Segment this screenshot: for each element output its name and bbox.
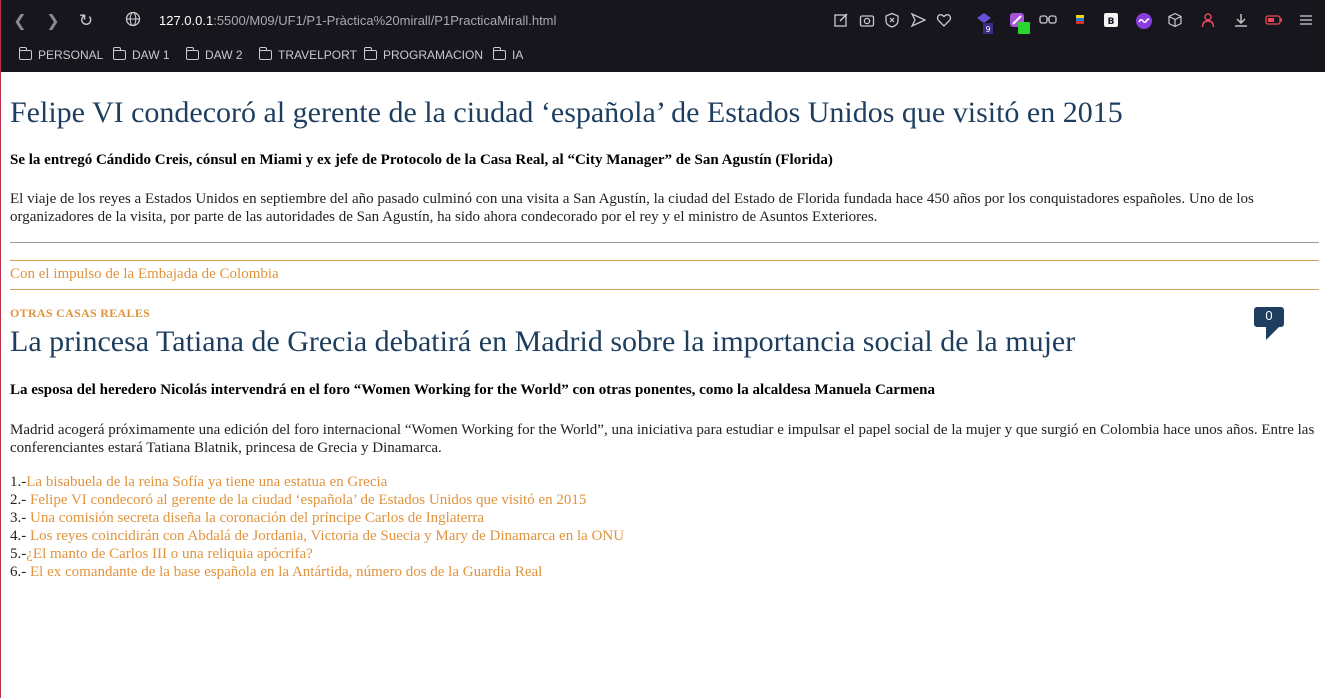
extension-wave-icon[interactable] [1135, 12, 1153, 30]
send-icon[interactable] [910, 12, 928, 30]
divider [10, 242, 1319, 243]
bookmark-label: PROGRAMACION [383, 48, 484, 62]
bookmark-daw1[interactable]: DAW 1 [112, 46, 170, 64]
browser-toolbar: ❮ ❯ ↻ 127.0.0.1:5500/M09/UF1/P1-Pràctica… [1, 0, 1325, 42]
extension-glasses-icon[interactable] [1039, 12, 1057, 30]
bookmark-label: DAW 1 [132, 48, 170, 62]
site-info-icon[interactable] [123, 11, 143, 31]
section-kicker[interactable]: OTRAS CASAS REALES [10, 306, 150, 321]
related-link[interactable]: El ex comandante de la base española en … [30, 564, 542, 580]
folder-icon [363, 47, 377, 60]
folder-icon [258, 47, 272, 60]
url-host: 127.0.0.1 [159, 13, 214, 28]
bookmark-personal[interactable]: PERSONAL [18, 46, 104, 64]
related-link[interactable]: Una comisión secreta diseña la coronació… [30, 510, 484, 526]
divider [10, 260, 1319, 261]
page-content: Felipe VI condecoró al gerente de la ciu… [0, 72, 1325, 698]
article1-subtitle: Se la entregó Cándido Creis, cónsul en M… [10, 152, 833, 168]
divider [10, 289, 1319, 290]
article2-body: Madrid acogerá próximamente una edición … [10, 422, 1315, 456]
related-link[interactable]: La bisabuela de la reina Sofía ya tiene … [26, 474, 387, 490]
extension-b-icon[interactable]: B [1103, 12, 1121, 30]
extension-cube-icon[interactable] [1167, 12, 1185, 30]
impulso-link[interactable]: Con el impulso de la Embajada de Colombi… [10, 266, 279, 283]
extension-purple-icon[interactable]: 9 [976, 12, 994, 34]
bookmark-label: IA [512, 48, 524, 62]
list-item: 5.-¿El manto de Carlos III o una reliqui… [10, 545, 624, 563]
folder-icon [185, 47, 199, 60]
folder-icon [18, 47, 32, 60]
bookmark-label: TRAVELPORT [278, 48, 357, 62]
forward-icon[interactable]: ❯ [43, 11, 63, 31]
extension-badge: 9 [985, 25, 990, 34]
article1-body: El viaje de los reyes a Estados Unidos e… [10, 191, 1254, 225]
edit-icon[interactable] [833, 12, 851, 30]
battery-icon[interactable] [1265, 12, 1283, 30]
bookmark-label: DAW 2 [205, 48, 243, 62]
reload-icon[interactable]: ↻ [76, 11, 96, 31]
list-item: 4.- Los reyes coincidirán con Abdalá de … [10, 527, 624, 545]
bookmarks-bar: PERSONAL DAW 1 DAW 2 TRAVELPORT PROGRAMA… [1, 42, 1325, 68]
bookmark-ia[interactable]: IA [492, 46, 524, 64]
menu-icon[interactable] [1298, 12, 1316, 30]
bookmark-daw2[interactable]: DAW 2 [185, 46, 243, 64]
list-item: 2.- Felipe VI condecoró al gerente de la… [10, 491, 624, 509]
list-item: 1.-La bisabuela de la reina Sofía ya tie… [10, 473, 624, 491]
related-link[interactable]: Los reyes coincidirán con Abdalá de Jord… [30, 528, 624, 544]
bookmark-label: PERSONAL [38, 48, 104, 62]
download-icon[interactable] [1233, 12, 1251, 30]
heart-icon[interactable] [936, 12, 954, 30]
camera-icon[interactable] [859, 12, 877, 30]
list-number: 6.- [10, 564, 30, 580]
extension-pen-icon[interactable] [1009, 12, 1030, 34]
related-link[interactable]: Felipe VI condecoró al gerente de la ciu… [30, 492, 586, 508]
comment-count: 0 [1254, 307, 1284, 327]
comment-count-badge[interactable]: 0 [1254, 307, 1284, 343]
article1-title: Felipe VI condecoró al gerente de la ciu… [10, 96, 1123, 129]
list-item: 3.- Una comisión secreta diseña la coron… [10, 509, 624, 527]
folder-icon [112, 47, 126, 60]
article2-title: La princesa Tatiana de Grecia debatirá e… [10, 325, 1076, 358]
list-number: 1.- [10, 474, 27, 490]
browser-chrome: ❮ ❯ ↻ 127.0.0.1:5500/M09/UF1/P1-Pràctica… [0, 0, 1325, 72]
speech-bubble-icon [1266, 326, 1280, 340]
extension-colorbar-icon[interactable] [1073, 12, 1091, 30]
url-path: :5500/M09/UF1/P1-Pràctica%20mirall/P1Pra… [213, 13, 557, 28]
article2-subtitle: La esposa del heredero Nicolás intervend… [10, 382, 935, 398]
list-number: 3.- [10, 510, 30, 526]
shield-icon[interactable] [884, 12, 902, 30]
list-number: 4.- [10, 528, 30, 544]
bookmark-travelport[interactable]: TRAVELPORT [258, 46, 357, 64]
back-icon[interactable]: ❮ [10, 11, 30, 31]
list-number: 5.- [10, 546, 27, 562]
list-item: 6.- El ex comandante de la base española… [10, 563, 624, 581]
address-bar[interactable]: 127.0.0.1:5500/M09/UF1/P1-Pràctica%20mir… [159, 13, 556, 28]
profile-icon[interactable] [1200, 12, 1218, 30]
list-number: 2.- [10, 492, 30, 508]
svg-text:B: B [1108, 17, 1115, 27]
related-list: 1.-La bisabuela de la reina Sofía ya tie… [10, 473, 624, 581]
bookmark-programacion[interactable]: PROGRAMACION [363, 46, 484, 64]
related-link[interactable]: ¿El manto de Carlos III o una reliquia a… [26, 546, 313, 562]
folder-icon [492, 47, 506, 60]
